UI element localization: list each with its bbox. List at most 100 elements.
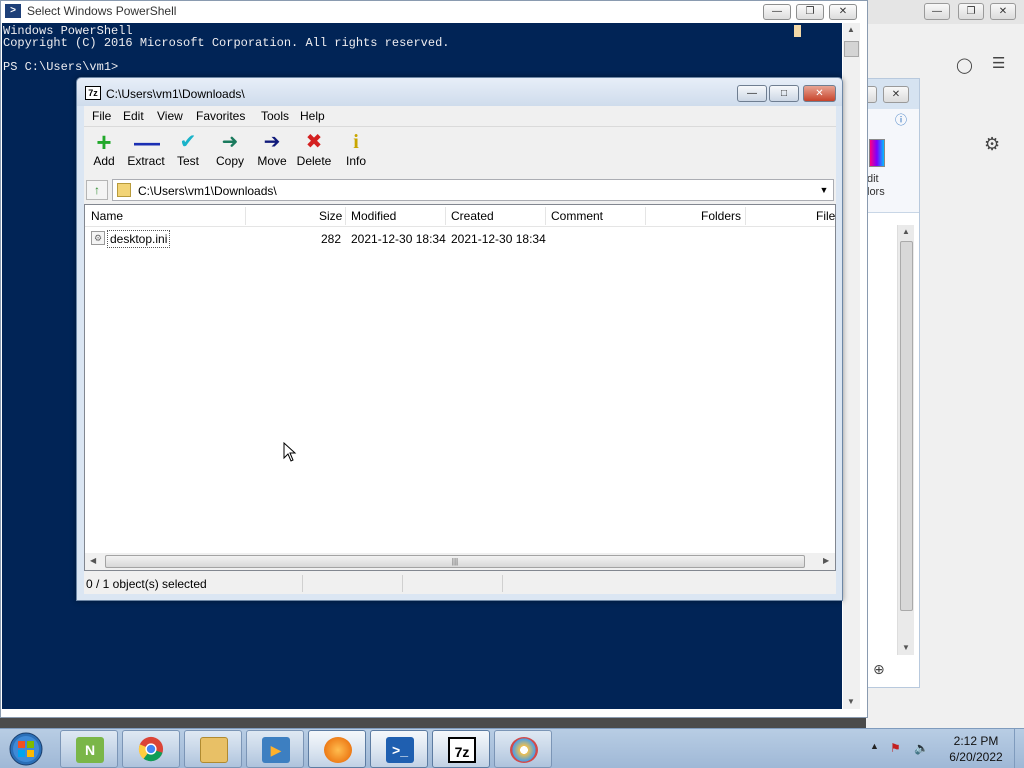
info-label: Info (345, 154, 366, 168)
horizontal-scroll-thumb[interactable]: ||| (105, 555, 805, 568)
paint-ribbon: ⓘ dit lors (861, 109, 919, 213)
selection-status: 0 / 1 object(s) selected (86, 577, 207, 591)
action-center-flag-icon[interactable]: ⚑ (890, 741, 901, 755)
taskbar-file-explorer[interactable] (184, 730, 242, 768)
7zip-title: C:\Users\vm1\Downloads\ (106, 87, 245, 101)
7zip-maximize-button[interactable]: □ (769, 85, 799, 102)
bg-close-button[interactable]: ✕ (990, 3, 1016, 20)
7zip-titlebar[interactable]: 7z C:\Users\vm1\Downloads\ — □ ✕ (77, 78, 842, 106)
bg-minimize-button[interactable]: — (924, 3, 950, 20)
menu-view[interactable]: View (157, 109, 183, 123)
column-header-modified[interactable]: Modified (351, 209, 396, 223)
scroll-down-arrow-icon[interactable]: ▼ (902, 643, 910, 652)
console-line: Copyright (C) 2016 Microsoft Corporation… (3, 36, 450, 50)
clock-time: 2:12 PM (953, 734, 999, 748)
menu-file[interactable]: File (92, 109, 111, 123)
file-list[interactable]: Name Size Modified Created Comment Folde… (84, 204, 836, 571)
powershell-titlebar[interactable]: > Select Windows PowerShell — ❐ ✕ (1, 1, 867, 23)
7zip-icon: 7z (448, 737, 476, 763)
move-arrow-icon: ➔ (263, 131, 281, 153)
7zip-minimize-button[interactable]: — (737, 85, 767, 102)
minus-icon: — (134, 127, 160, 157)
color-palette-icon[interactable] (869, 139, 885, 167)
powershell-title: Select Windows PowerShell (27, 4, 177, 18)
ps-minimize-button[interactable]: — (763, 4, 791, 20)
column-header-comment[interactable]: Comment (551, 209, 603, 223)
add-button[interactable]: + Add (84, 127, 124, 175)
folder-icon (117, 183, 131, 197)
help-icon[interactable]: ⓘ (895, 111, 907, 128)
paint-titlebar: ✕ (859, 79, 919, 109)
zoom-in-icon[interactable]: ⊕ (873, 661, 885, 678)
paint-scroll-thumb[interactable] (900, 241, 913, 611)
scroll-up-arrow-icon[interactable]: ▲ (847, 25, 855, 34)
copy-label: Copy (215, 154, 244, 168)
plus-icon: + (96, 127, 112, 157)
scroll-up-arrow-icon[interactable]: ▲ (902, 227, 910, 236)
taskbar-firefox[interactable] (308, 730, 366, 768)
ps-restore-button[interactable]: ❐ (796, 4, 824, 20)
powershell-vertical-scrollbar[interactable]: ▲ ▼ (843, 23, 860, 709)
menu-favorites[interactable]: Favorites (196, 109, 245, 123)
edit-colors-label-1: dit (867, 173, 879, 185)
paint-vertical-scrollbar[interactable]: ▲ ▼ (897, 225, 914, 655)
clock[interactable]: 2:12 PM 6/20/2022 (944, 733, 1008, 765)
taskbar-powershell[interactable]: >_ (370, 730, 428, 768)
taskbar-chrome[interactable] (122, 730, 180, 768)
scroll-right-arrow-icon[interactable]: ▶ (823, 556, 829, 565)
taskbar-7zip[interactable]: 7z (432, 730, 490, 768)
menu-edit[interactable]: Edit (123, 109, 144, 123)
ps-close-button[interactable]: ✕ (829, 4, 857, 20)
console-cursor (794, 25, 801, 37)
file-list-horizontal-scrollbar[interactable]: ◀ ||| ▶ (85, 553, 835, 570)
taskbar-media-player[interactable]: ▶ (246, 730, 304, 768)
move-button[interactable]: ➔ Move (252, 131, 292, 175)
column-header-folders[interactable]: Folders (701, 209, 741, 223)
show-desktop-button[interactable] (1014, 729, 1024, 768)
paint-close-button[interactable]: ✕ (883, 86, 909, 103)
chrome-icon (138, 736, 164, 762)
taskbar-notepadplusplus[interactable]: N (60, 730, 118, 768)
scroll-down-arrow-icon[interactable]: ▼ (847, 697, 855, 706)
menu-tools[interactable]: Tools (261, 109, 289, 123)
move-label: Move (257, 154, 287, 168)
bg-maximize-button[interactable]: ❐ (958, 3, 984, 20)
address-bar: ↑ C:\Users\vm1\Downloads\ ▼ (84, 178, 836, 202)
powershell-scroll-thumb[interactable] (844, 41, 859, 57)
path-combobox[interactable]: C:\Users\vm1\Downloads\ ▼ (112, 179, 834, 201)
chevron-down-icon[interactable]: ▼ (817, 182, 831, 198)
7zip-app-icon: 7z (85, 86, 101, 100)
add-label: Add (93, 154, 115, 168)
folder-up-button[interactable]: ↑ (86, 180, 108, 200)
extract-button[interactable]: — Extract (126, 127, 166, 175)
pocket-icon[interactable]: ◯ (956, 56, 973, 74)
column-header-created[interactable]: Created (451, 209, 494, 223)
console-prompt: PS C:\Users\vm1> (3, 60, 119, 74)
folder-icon (200, 737, 228, 763)
show-hidden-icons-icon[interactable]: ▲ (870, 741, 879, 751)
path-text: C:\Users\vm1\Downloads\ (138, 184, 277, 198)
file-name[interactable]: desktop.ini (107, 230, 171, 248)
volume-icon[interactable]: 🔈 (914, 741, 929, 755)
clock-date: 6/20/2022 (949, 750, 1003, 764)
scroll-left-arrow-icon[interactable]: ◀ (90, 556, 96, 565)
powershell-icon: >_ (386, 737, 414, 763)
menu-icon[interactable]: ☰ (992, 54, 1005, 72)
column-header-files[interactable]: File (816, 209, 835, 223)
taskbar-paint[interactable] (494, 730, 552, 768)
start-button[interactable] (4, 730, 48, 768)
column-header-name[interactable]: Name (91, 209, 123, 223)
copy-arrow-icon: ➜ (221, 131, 239, 153)
test-button[interactable]: ✔ Test (168, 131, 208, 175)
info-button[interactable]: i Info (336, 131, 376, 175)
gear-icon[interactable]: ⚙ (984, 134, 1000, 155)
table-row[interactable]: ⚙ desktop.ini 282 2021-12-30 18:34 2021-… (85, 227, 835, 249)
delete-button[interactable]: ✖ Delete (294, 131, 334, 175)
copy-button[interactable]: ➜ Copy (210, 131, 250, 175)
test-label: Test (176, 154, 199, 168)
status-bar: 0 / 1 object(s) selected (84, 573, 836, 594)
7zip-close-button[interactable]: ✕ (803, 85, 836, 102)
column-header-size[interactable]: Size (319, 209, 342, 223)
menu-help[interactable]: Help (300, 109, 325, 123)
toolbar: + Add — Extract ✔ Test ➜ Copy ➔ Move ✖ D… (84, 126, 836, 176)
